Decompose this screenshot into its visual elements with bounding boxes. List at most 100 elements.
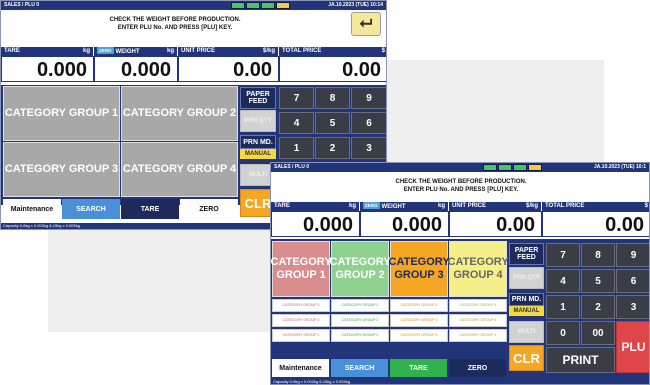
prn-qty-button[interactable]: PRN QTY [240,110,276,132]
mode-label: SALES / PLU 0 [274,164,310,170]
sub-category-item[interactable]: CATEGORY GROUP 4 [449,314,507,327]
maintenance-button[interactable]: Maintenance [3,199,61,219]
total-price-header: TOTAL PRICE $ [279,47,386,56]
capacity-info: Capacity 0-6kg x 0.002kg 6-15kg x 0.005k… [271,379,649,384]
multi-button[interactable]: MULTI [509,321,544,343]
datetime: JA.10.2023 (TUE) 10:1 [594,164,646,170]
star-icon [498,164,512,171]
category-button-2[interactable]: CATEGORY GROUP 2 [121,86,238,141]
network-icon [528,164,542,171]
status-icons [483,164,543,171]
back-button[interactable]: ⮠ [351,12,381,36]
key-9[interactable]: 9 [351,87,386,109]
weight-header: ZERO WEIGHT kg [94,47,178,56]
datetime: JA.10.2023 (TUE) 10:14 [328,2,383,8]
key-2[interactable]: 2 [581,295,615,319]
sub-category-item[interactable]: CATEGORY GROUP 2 [331,329,389,342]
network-icon [276,2,290,9]
paper-feed-button[interactable]: PAPER FEED [509,243,544,265]
key-7[interactable]: 7 [546,243,580,267]
category-button-4[interactable]: CATEGORY GROUP 4 [448,241,509,297]
message-line-1: CHECK THE WEIGHT BEFORE PRODUCTION. [395,179,527,185]
sub-category-item[interactable]: CATEGORY GROUP 3 [390,314,448,327]
paper-feed-button[interactable]: PAPER FEED [240,87,276,109]
key-5[interactable]: 5 [581,269,615,293]
category-button-3[interactable]: CATEGORY GROUP 3 [389,241,450,297]
scale-icon [483,164,497,171]
zero-badge: ZERO [97,47,114,54]
key-7[interactable]: 7 [279,87,314,109]
key-4[interactable]: 4 [546,269,580,293]
category-button-4[interactable]: CATEGORY GROUP 4 [121,142,238,197]
sub-category-item[interactable]: CATEGORY GROUP 3 [390,329,448,342]
sub-category-item[interactable]: CATEGORY GROUP 2 [331,314,389,327]
scale-icon [231,2,245,9]
weight-header: ZERO WEIGHT kg [360,202,449,211]
sub-category-item[interactable]: CATEGORY GROUP 2 [331,299,389,312]
key-3[interactable]: 3 [351,137,386,159]
sub-category-item[interactable]: CATEGORY GROUP 3 [390,299,448,312]
key-1[interactable]: 1 [279,137,314,159]
key-8[interactable]: 8 [315,87,350,109]
unit-price-value: 0.00 [449,211,542,237]
status-icons [231,2,291,9]
zero-button[interactable]: ZERO [180,199,238,219]
message-area: CHECK THE WEIGHT BEFORE PRODUCTION. ENTER… [1,10,349,38]
tare-header: TARE kg [1,47,94,56]
category-button-1[interactable]: CATEGORY GROUP 1 [3,86,120,141]
tare-button[interactable]: TARE [390,359,447,377]
maintenance-button[interactable]: Maintenance [272,359,329,377]
sub-category-item[interactable]: CATEGORY GROUP 1 [272,314,330,327]
mode-label: SALES / PLU 0 [4,2,40,8]
sub-category-item[interactable]: CATEGORY GROUP 4 [449,329,507,342]
sub-category-item[interactable]: CATEGORY GROUP 4 [449,299,507,312]
key-4[interactable]: 4 [279,112,314,134]
battery-icon [261,2,275,9]
search-button[interactable]: SEARCH [331,359,388,377]
category-button-2[interactable]: CATEGORY GROUP 2 [330,241,391,297]
weight-value: 0.000 [94,56,178,82]
star-icon [246,2,260,9]
tare-value: 0.000 [1,56,94,82]
search-button[interactable]: SEARCH [62,199,120,219]
key-6[interactable]: 6 [351,112,386,134]
key-5[interactable]: 5 [315,112,350,134]
zero-button[interactable]: ZERO [449,359,506,377]
category-button-1[interactable]: CATEGORY GROUP 1 [271,241,332,297]
message-line-2: ENTER PLU No. AND PRESS [PLU] KEY. [403,187,519,193]
clear-button[interactable]: CLR [509,345,544,371]
key-0[interactable]: 0 [546,321,580,345]
tare-button[interactable]: TARE [121,199,179,219]
sub-category-item[interactable]: CATEGORY GROUP 1 [272,299,330,312]
prn-md-button[interactable]: PRN MD. [509,293,544,306]
title-bar: SALES / PLU 0 JA.10.2023 (TUE) 10:14 [1,1,386,10]
manual-indicator: MANUAL [240,149,276,159]
scale-screen-front: SALES / PLU 0 JA.10.2023 (TUE) 10:1 CHEC… [270,162,650,385]
total-price-value: 0.00 [542,211,649,237]
back-arrow-icon: ⮠ [359,15,373,32]
weight-value: 0.000 [360,211,449,237]
zero-badge: ZERO [363,202,380,209]
prn-md-button[interactable]: PRN MD. [240,135,276,149]
category-button-3[interactable]: CATEGORY GROUP 3 [3,142,120,197]
tare-value: 0.000 [271,211,360,237]
key-00[interactable]: 00 [581,321,615,345]
key-8[interactable]: 8 [581,243,615,267]
plu-button[interactable]: PLU [616,321,649,373]
message-line-1: CHECK THE WEIGHT BEFORE PRODUCTION. [109,17,241,23]
message-area: CHECK THE WEIGHT BEFORE PRODUCTION. ENTER… [271,172,649,200]
key-1[interactable]: 1 [546,295,580,319]
total-price-value: 0.00 [279,56,386,82]
print-button[interactable]: PRINT [546,347,615,373]
key-3[interactable]: 3 [616,295,649,319]
prn-qty-button[interactable]: PRN QTY [509,267,544,289]
total-price-header: TOTAL PRICE $ [542,202,649,211]
key-6[interactable]: 6 [616,269,649,293]
tare-header: TARE kg [271,202,360,211]
unit-price-value: 0.00 [178,56,279,82]
message-line-2: ENTER PLU No. AND PRESS [PLU] KEY. [117,25,233,31]
sub-category-item[interactable]: CATEGORY GROUP 1 [272,329,330,342]
key-2[interactable]: 2 [315,137,350,159]
key-9[interactable]: 9 [616,243,649,267]
manual-indicator: MANUAL [509,306,544,316]
